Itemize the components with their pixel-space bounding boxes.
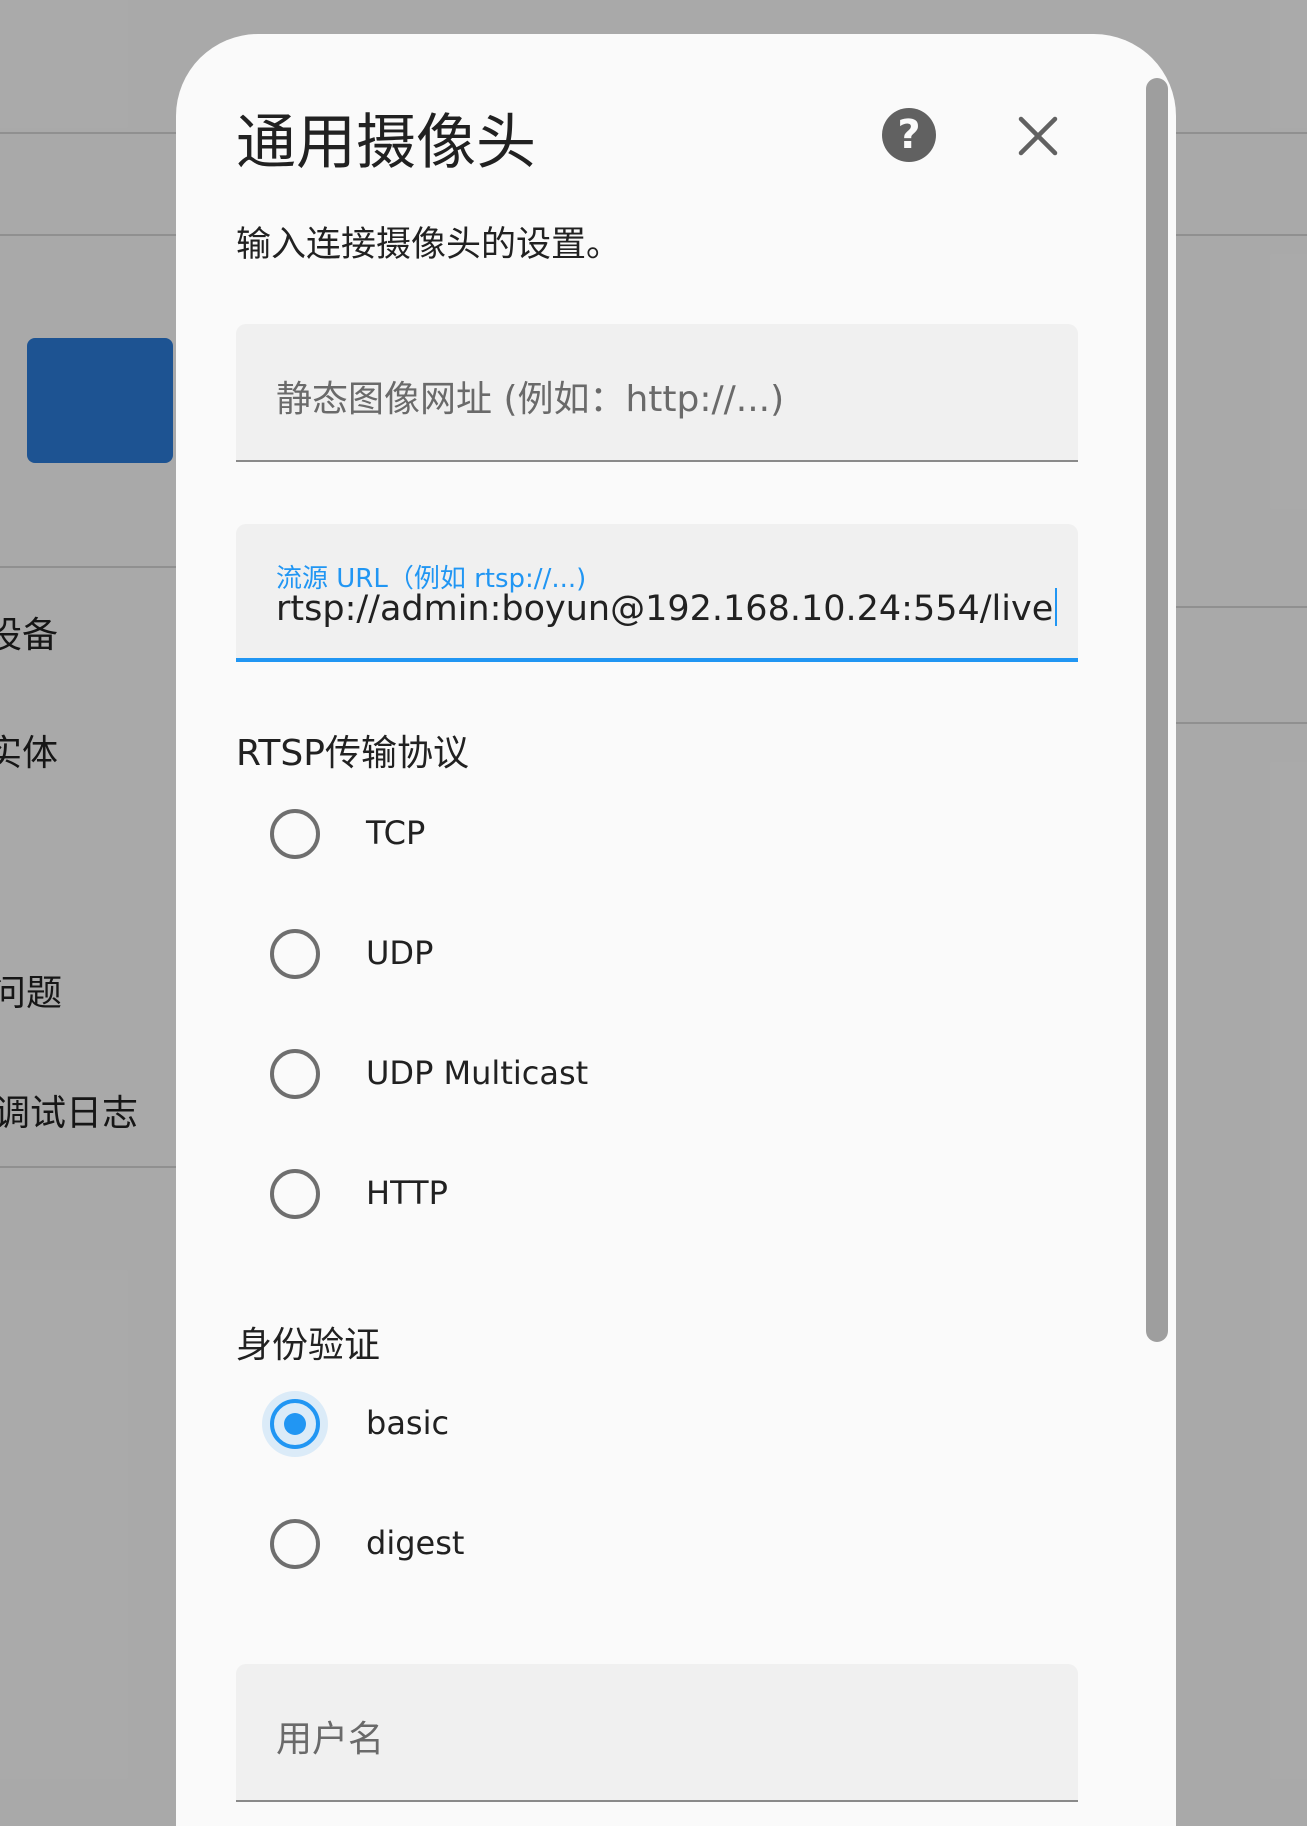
- radio-button[interactable]: [270, 1049, 320, 1099]
- radio-http[interactable]: HTTP: [270, 1164, 970, 1224]
- text-caret: [1055, 588, 1058, 626]
- radio-basic[interactable]: basic: [262, 1391, 970, 1457]
- still-image-url-placeholder: 静态图像网址 (例如：http://...): [276, 379, 785, 420]
- radio-label: HTTP: [366, 1174, 448, 1212]
- radio-button[interactable]: [270, 809, 320, 859]
- stream-source-url-field[interactable]: 流源 URL（例如 rtsp://...) rtsp://admin:boyun…: [236, 524, 1078, 662]
- dialog-title: 通用摄像头: [236, 108, 536, 178]
- scrollbar-thumb[interactable]: [1146, 78, 1168, 1342]
- username-field[interactable]: 用户名: [236, 1664, 1078, 1802]
- generic-camera-dialog: 通用摄像头 ? 输入连接摄像头的设置。 静态图像网址 (例如：http://..…: [176, 34, 1176, 1826]
- radio-label: digest: [366, 1524, 465, 1562]
- rtsp-transport-title: RTSP传输协议: [236, 733, 469, 774]
- still-image-url-field[interactable]: 静态图像网址 (例如：http://...): [236, 324, 1078, 462]
- stream-source-url-value: rtsp://admin:boyun@192.168.10.24:554/liv…: [276, 588, 1058, 629]
- radio-udp[interactable]: UDP: [270, 924, 970, 984]
- radio-label: basic: [366, 1404, 450, 1442]
- close-icon[interactable]: [1012, 110, 1064, 162]
- radio-tcp[interactable]: TCP: [270, 804, 970, 864]
- radio-label: TCP: [366, 814, 426, 852]
- radio-button[interactable]: [270, 1169, 320, 1219]
- help-icon[interactable]: ?: [882, 108, 936, 162]
- radio-label: UDP: [366, 934, 434, 972]
- dialog-description: 输入连接摄像头的设置。: [236, 225, 622, 265]
- username-placeholder: 用户名: [276, 1719, 385, 1760]
- radio-button-checked[interactable]: [270, 1399, 320, 1449]
- radio-udp-multicast[interactable]: UDP Multicast: [270, 1044, 970, 1104]
- radio-button[interactable]: [270, 1519, 320, 1569]
- radio-label: UDP Multicast: [366, 1054, 589, 1092]
- radio-button[interactable]: [270, 929, 320, 979]
- authentication-title: 身份验证: [236, 1325, 381, 1366]
- radio-digest[interactable]: digest: [270, 1514, 970, 1574]
